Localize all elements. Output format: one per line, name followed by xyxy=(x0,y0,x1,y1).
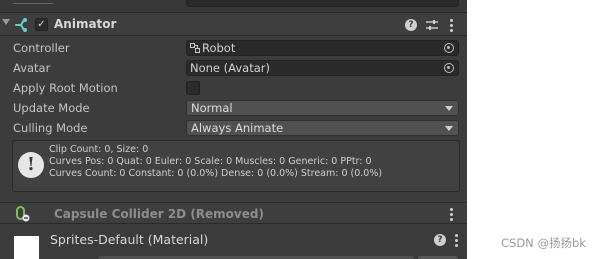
culling-mode-dropdown[interactable]: Always Animate xyxy=(186,120,459,136)
chevron-down-icon xyxy=(445,106,453,111)
animator-controller-icon xyxy=(190,43,200,53)
controller-row: Controller Robot xyxy=(0,38,467,58)
animator-info-box: ! Clip Count: 0, Size: 0 Curves Pos: 0 Q… xyxy=(12,140,460,192)
avatar-row: Avatar None (Avatar) xyxy=(0,58,467,78)
culling-mode-row: Culling Mode Always Animate xyxy=(0,118,467,138)
previous-component-remnant xyxy=(0,0,467,10)
avatar-field[interactable]: None (Avatar) xyxy=(186,60,459,76)
chevron-down-icon xyxy=(445,126,453,131)
component-title: Capsule Collider 2D (Removed) xyxy=(54,207,264,221)
component-title: Animator xyxy=(54,17,117,31)
help-icon[interactable]: ? xyxy=(434,234,446,246)
previous-property-label xyxy=(13,0,53,4)
previous-property-field[interactable] xyxy=(186,0,459,7)
object-picker-icon[interactable] xyxy=(444,63,454,73)
avatar-value: None (Avatar) xyxy=(190,61,270,75)
info-line-clip-count: Clip Count: 0, Size: 0 xyxy=(49,144,149,155)
info-line-curves-pos: Curves Pos: 0 Quat: 0 Euler: 0 Scale: 0 … xyxy=(49,156,372,167)
controller-label: Controller xyxy=(13,41,70,55)
controller-value: Robot xyxy=(202,41,236,55)
apply-root-motion-row: Apply Root Motion xyxy=(0,78,467,98)
info-line-curves-count: Curves Count: 0 Constant: 0 (0.0%) Dense… xyxy=(49,168,383,179)
controller-field[interactable]: Robot xyxy=(186,40,459,56)
presets-icon[interactable] xyxy=(425,18,439,32)
culling-mode-label: Culling Mode xyxy=(13,121,88,135)
kebab-menu-icon[interactable] xyxy=(450,19,454,34)
update-mode-value: Normal xyxy=(191,101,233,115)
capsule-collider-component-header[interactable]: Capsule Collider 2D (Removed) xyxy=(0,202,467,224)
update-mode-row: Update Mode Normal xyxy=(0,98,467,118)
update-mode-label: Update Mode xyxy=(13,101,90,115)
animator-icon xyxy=(15,18,27,32)
kebab-menu-icon[interactable] xyxy=(450,208,454,223)
capsule-collider-icon xyxy=(16,206,30,222)
avatar-label: Avatar xyxy=(13,61,51,75)
update-mode-dropdown[interactable]: Normal xyxy=(186,100,459,116)
material-section: Sprites-Default (Material) ? xyxy=(0,226,467,259)
help-icon[interactable]: ? xyxy=(405,19,417,31)
info-icon: ! xyxy=(18,152,44,178)
apply-root-motion-checkbox[interactable] xyxy=(186,81,200,95)
material-title: Sprites-Default (Material) xyxy=(50,232,209,247)
apply-root-motion-label: Apply Root Motion xyxy=(13,81,118,95)
inspector-panel: ✓ Animator ? Controller Robot Avatar Non… xyxy=(0,0,467,259)
culling-mode-value: Always Animate xyxy=(191,121,284,135)
kebab-menu-icon[interactable] xyxy=(455,234,459,249)
foldout-arrow-icon[interactable] xyxy=(2,19,10,25)
component-enabled-checkbox[interactable]: ✓ xyxy=(35,18,48,31)
material-preview xyxy=(14,236,39,259)
watermark-text: CSDN @扬扬bk xyxy=(501,236,586,250)
animator-component-header[interactable]: ✓ Animator ? xyxy=(0,12,467,36)
object-picker-icon[interactable] xyxy=(444,43,454,53)
